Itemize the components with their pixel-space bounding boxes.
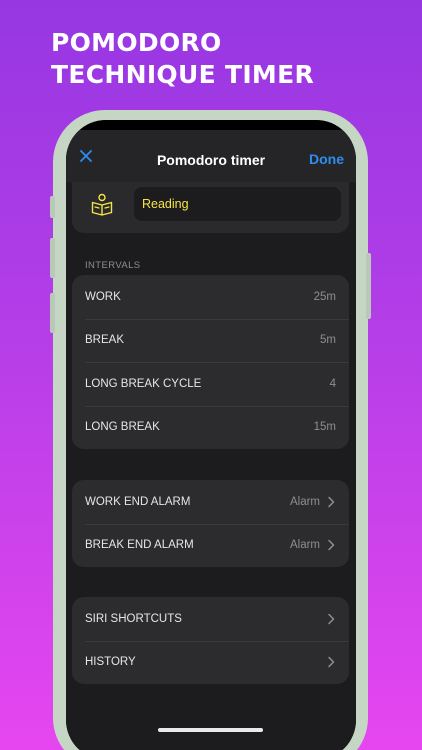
alarms-group: WORK END ALARM Alarm BREAK END ALARM Ala… (72, 480, 349, 567)
row-label: BREAK END ALARM (85, 539, 194, 552)
reading-icon[interactable] (90, 192, 114, 216)
history-row[interactable]: HISTORY (72, 640, 349, 685)
home-indicator[interactable] (158, 728, 263, 732)
row-value: 25m (313, 290, 336, 303)
break-end-alarm-row[interactable]: BREAK END ALARM Alarm (72, 523, 349, 568)
row-value: 15m (313, 421, 336, 434)
phone-volume-up (50, 238, 55, 278)
nav-bar: Pomodoro timer Done (66, 130, 356, 182)
chevron-right-icon (328, 613, 335, 624)
long-break-row[interactable]: LONG BREAK 15m (72, 405, 349, 450)
settings-sheet: Pomodoro timer Done Reading INTERVALS WO… (66, 130, 356, 750)
break-interval-row[interactable]: BREAK 5m (72, 318, 349, 363)
phone-screen: Pomodoro timer Done Reading INTERVALS WO… (66, 120, 356, 750)
row-value: Alarm (289, 539, 320, 552)
task-name-input[interactable]: Reading (134, 187, 341, 221)
headline-line-1: POMODORO (51, 28, 222, 57)
row-value: 5m (320, 334, 336, 347)
status-area (66, 120, 356, 130)
phone-power-button (366, 253, 371, 319)
work-end-alarm-row[interactable]: WORK END ALARM Alarm (72, 480, 349, 524)
row-label: LONG BREAK CYCLE (85, 377, 202, 390)
row-label: WORK (85, 290, 121, 303)
row-label: WORK END ALARM (85, 495, 191, 508)
row-label: BREAK (85, 334, 124, 347)
phone-side-button (50, 196, 55, 218)
row-label: SIRI SHORTCUTS (85, 612, 182, 625)
long-break-cycle-row[interactable]: LONG BREAK CYCLE 4 (72, 362, 349, 406)
chevron-right-icon (328, 496, 335, 507)
intervals-group: WORK 25m BREAK 5m LONG BREAK CYCLE 4 LON… (72, 275, 349, 449)
row-value: 4 (329, 377, 336, 390)
work-interval-row[interactable]: WORK 25m (72, 275, 349, 319)
task-card: Reading (72, 182, 349, 233)
chevron-right-icon (328, 657, 335, 668)
promo-headline: POMODORO TECHNIQUE TIMER (51, 27, 314, 91)
extras-group: SIRI SHORTCUTS HISTORY (72, 597, 349, 684)
row-value: Alarm (289, 495, 320, 508)
done-button[interactable]: Done (309, 151, 344, 167)
siri-shortcuts-row[interactable]: SIRI SHORTCUTS (72, 597, 349, 641)
row-label: LONG BREAK (85, 421, 160, 434)
row-label: HISTORY (85, 656, 136, 669)
phone-volume-down (50, 293, 55, 333)
headline-line-2: TECHNIQUE TIMER (51, 60, 315, 89)
intervals-section-label: INTERVALS (85, 260, 141, 271)
chevron-right-icon (328, 540, 335, 551)
